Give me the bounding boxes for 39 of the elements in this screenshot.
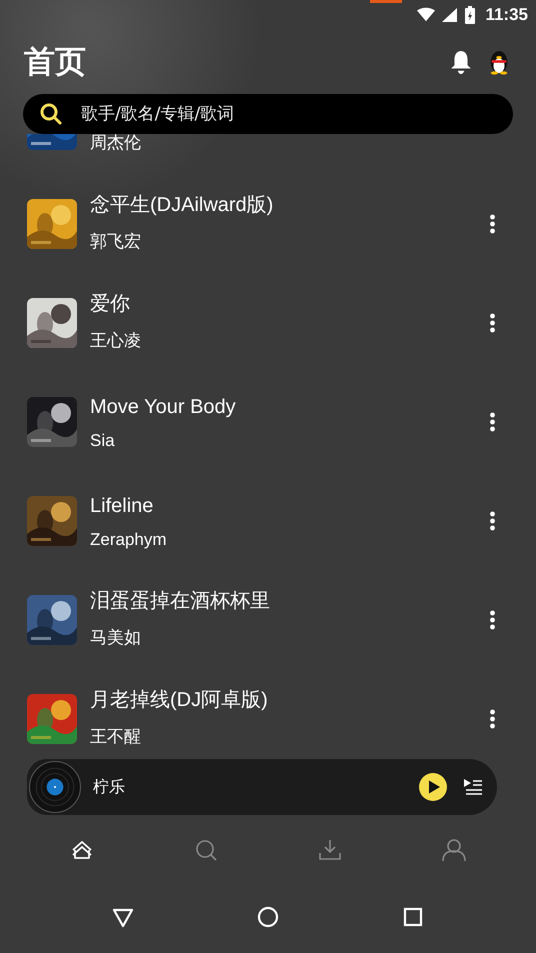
song-title: 泪蛋蛋掉在酒杯杯里 xyxy=(90,588,271,614)
more-icon[interactable] xyxy=(489,412,496,432)
penguin-icon[interactable] xyxy=(488,49,510,75)
more-icon[interactable] xyxy=(489,708,496,728)
home-icon xyxy=(70,838,94,862)
search-icon xyxy=(194,838,218,862)
signal-icon xyxy=(441,7,460,23)
search-field[interactable]: 歌手/歌名/专辑/歌词 xyxy=(79,103,497,125)
artist-name: 马美如 xyxy=(90,626,142,648)
profile-icon xyxy=(442,838,466,862)
search-icon xyxy=(39,102,63,126)
playlist-icon[interactable] xyxy=(463,778,483,796)
song-title: 月老掉线(DJ阿卓版) xyxy=(90,688,269,712)
song-title: 爱你 xyxy=(90,292,131,316)
home-button[interactable] xyxy=(256,904,280,928)
status-time: 11:35 xyxy=(485,5,528,25)
download-icon xyxy=(318,838,342,862)
song-title: Lifeline xyxy=(90,494,154,518)
more-icon[interactable] xyxy=(489,214,496,234)
more-icon[interactable] xyxy=(489,312,496,332)
track-title: 柠乐 xyxy=(93,776,125,798)
artist-name: 郭飞宏 xyxy=(90,230,142,252)
artist-name: 周杰伦 xyxy=(90,134,142,154)
page-title: 首页 xyxy=(24,43,86,82)
song-title: 念平生(DJAilward版) xyxy=(90,192,274,218)
song-title: Move Your Body xyxy=(90,396,237,418)
search-bar[interactable]: 歌手/歌名/专辑/歌词 xyxy=(23,94,513,134)
vinyl-disc-icon xyxy=(29,761,81,813)
more-icon[interactable] xyxy=(489,610,496,630)
wifi-icon xyxy=(417,7,436,23)
artist-name: 王心凌 xyxy=(90,330,142,352)
battery-icon xyxy=(465,6,476,24)
artist-name: 王不醒 xyxy=(90,726,142,748)
mini-player[interactable]: 柠乐 xyxy=(27,759,497,815)
bell-icon[interactable] xyxy=(450,50,472,74)
more-icon[interactable] xyxy=(489,510,496,530)
artist-name: Sia xyxy=(90,430,116,450)
artist-name: Zeraphym xyxy=(90,530,168,550)
play-button[interactable] xyxy=(419,773,447,801)
